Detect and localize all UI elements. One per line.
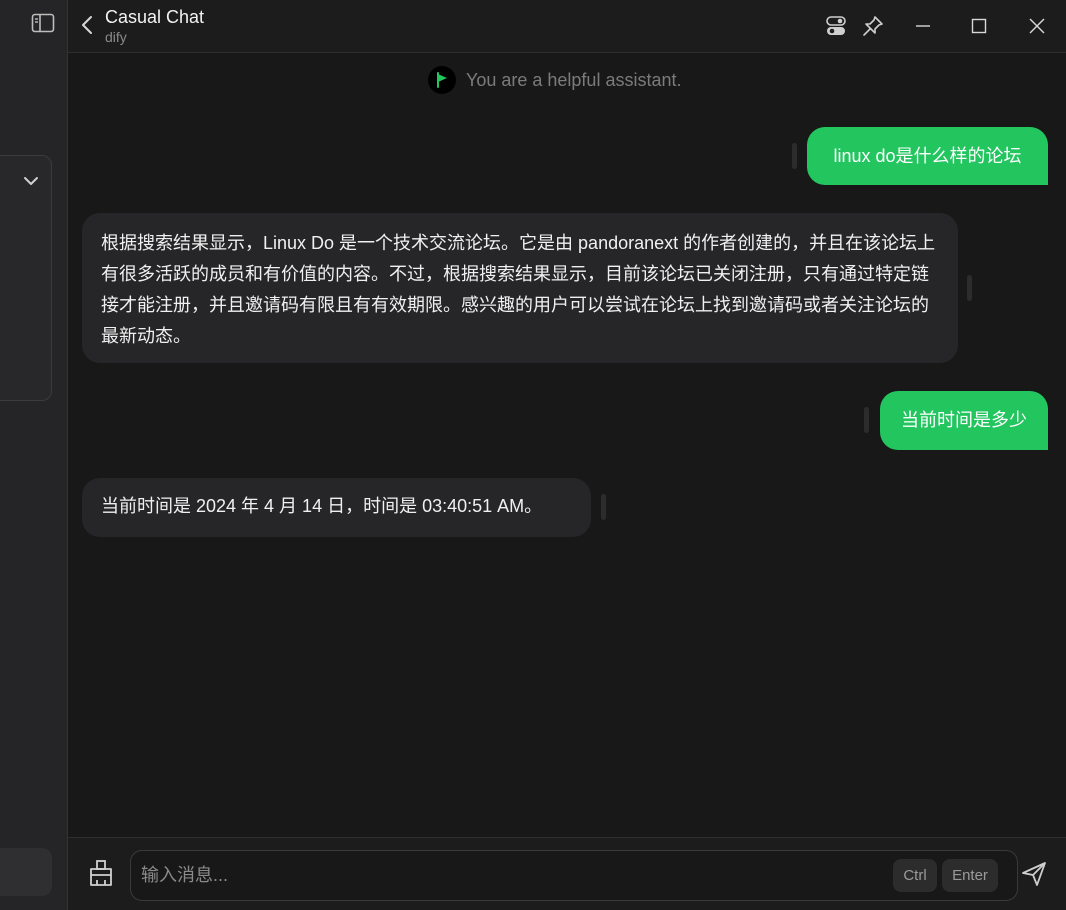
message-drag-handle[interactable] xyxy=(967,275,972,301)
sidebar-toggle-icon[interactable] xyxy=(30,12,56,34)
message-drag-handle[interactable] xyxy=(864,407,869,433)
minimize-icon[interactable] xyxy=(910,13,936,39)
user-message[interactable]: linux do是什么样的论坛 xyxy=(807,127,1048,185)
toggle-switch-icon[interactable] xyxy=(823,13,849,39)
system-prompt[interactable]: You are a helpful assistant. xyxy=(428,66,681,94)
sidebar xyxy=(0,0,68,910)
user-message[interactable]: 当前时间是多少 xyxy=(880,391,1048,450)
shortcut-enter-badge: Enter xyxy=(942,859,998,892)
title-bar: Casual Chat dify xyxy=(68,0,1066,53)
shortcut-ctrl-badge: Ctrl xyxy=(893,859,937,892)
window-subtitle: dify xyxy=(105,29,127,45)
sidebar-bottom-item[interactable] xyxy=(0,848,52,896)
composer: Ctrl Enter xyxy=(68,837,1066,910)
message-drag-handle[interactable] xyxy=(792,143,797,169)
close-icon[interactable] xyxy=(1024,13,1050,39)
sidebar-collapsed-card[interactable] xyxy=(0,155,52,401)
message-input[interactable] xyxy=(141,851,881,900)
send-icon[interactable] xyxy=(1018,858,1050,890)
broom-icon[interactable] xyxy=(87,858,115,888)
system-prompt-text: You are a helpful assistant. xyxy=(466,69,682,90)
chevron-down-icon[interactable] xyxy=(20,172,42,190)
message-input-box: Ctrl Enter xyxy=(130,850,1018,901)
window-title: Casual Chat xyxy=(105,7,205,27)
assistant-message[interactable]: 当前时间是 2024 年 4 月 14 日，时间是 03:40:51 AM。 xyxy=(82,478,591,537)
message-drag-handle[interactable] xyxy=(601,494,606,520)
maximize-icon[interactable] xyxy=(966,13,992,39)
assistant-message[interactable]: 根据搜索结果显示，Linux Do 是一个技术交流论坛。它是由 pandoran… xyxy=(82,213,958,363)
flag-icon xyxy=(428,66,456,94)
pin-icon[interactable] xyxy=(860,13,886,39)
chevron-left-icon[interactable] xyxy=(78,12,96,38)
